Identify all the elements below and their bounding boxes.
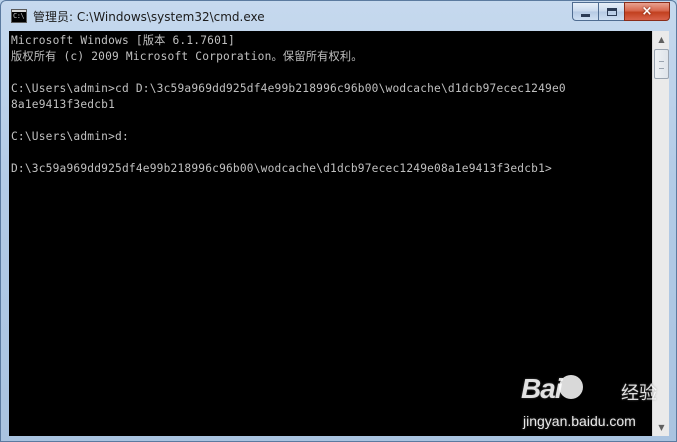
watermark-label: 经验: [621, 383, 657, 404]
console-line: 版权所有 (c) 2009 Microsoft Corporation。保留所有…: [11, 50, 363, 63]
maximize-button[interactable]: [598, 2, 624, 21]
title-bar[interactable]: C:\ 管理员: C:\Windows\system32\cmd.exe ×: [1, 1, 676, 31]
baidu-jingyan-watermark: Bai 经验 jingyan.baidu.com: [521, 371, 671, 435]
console-line: C:\Users\admin>d:: [11, 130, 129, 143]
baidu-logo: Bai: [521, 373, 563, 404]
minimize-button[interactable]: [572, 2, 598, 21]
cmd-window: C:\ 管理员: C:\Windows\system32\cmd.exe × M…: [0, 0, 677, 442]
close-button[interactable]: ×: [624, 2, 670, 21]
console-line: Microsoft Windows [版本 6.1.7601]: [11, 34, 235, 47]
scroll-up-icon[interactable]: ▲: [653, 31, 670, 48]
window-title: 管理员: C:\Windows\system32\cmd.exe: [33, 10, 265, 24]
minimize-icon: [581, 14, 590, 17]
cmd-icon[interactable]: C:\: [11, 9, 27, 23]
cmd-icon-text: C:\: [13, 12, 25, 20]
console-prompt-line: D:\3c59a969dd925df4e99b218996c96b00\wodc…: [11, 162, 552, 175]
watermark-url: jingyan.baidu.com: [523, 413, 636, 429]
paw-icon: [559, 375, 583, 399]
close-icon: ×: [641, 4, 653, 19]
caption-buttons: ×: [572, 2, 670, 22]
scroll-thumb[interactable]: [654, 49, 669, 79]
console-line: 8a1e9413f3edcb1: [11, 98, 116, 111]
console-line: C:\Users\admin>cd D:\3c59a969dd925df4e99…: [11, 82, 566, 95]
maximize-icon: [606, 7, 617, 16]
